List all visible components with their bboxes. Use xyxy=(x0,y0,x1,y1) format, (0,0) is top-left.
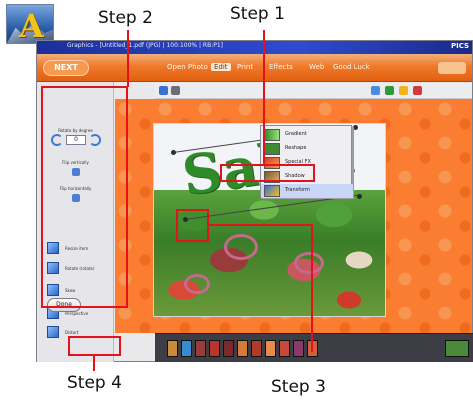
menu-web[interactable]: Web xyxy=(309,63,324,71)
filmstrip-thumb[interactable] xyxy=(265,340,276,357)
filmstrip-thumb[interactable] xyxy=(167,340,178,357)
menu-good-luck[interactable]: Good Luck xyxy=(333,63,370,71)
distort-icon[interactable] xyxy=(47,326,59,338)
step4-label: Step 4 xyxy=(67,373,122,393)
filmstrip-thumb[interactable] xyxy=(251,340,262,357)
undo-icon[interactable] xyxy=(171,86,180,95)
save-icon[interactable] xyxy=(159,86,168,95)
transform-handle[interactable] xyxy=(171,150,176,155)
menu-item-reshape[interactable]: Reshape xyxy=(261,142,353,156)
distort-label[interactable]: Distort xyxy=(65,330,79,335)
logo-letter: A xyxy=(19,7,44,44)
menu-print[interactable]: Print xyxy=(237,63,253,71)
filmstrip-thumb[interactable] xyxy=(181,340,192,357)
menu-open-photo[interactable]: Open Photo xyxy=(167,63,208,71)
transform-handle[interactable] xyxy=(353,125,358,130)
window-title: Graphics - [Untitled_1.pdf (JPG) | 100:1… xyxy=(67,42,224,49)
filmstrip-thumb[interactable] xyxy=(223,340,234,357)
step4-connector xyxy=(93,356,95,371)
reshape-icon xyxy=(264,143,280,155)
transform-handle[interactable] xyxy=(357,194,362,199)
filmstrip-thumb[interactable] xyxy=(445,340,469,357)
next-button[interactable]: NEXT xyxy=(43,60,89,76)
eraser-icon[interactable] xyxy=(413,86,422,95)
onion-ring xyxy=(294,252,324,274)
menu-edit[interactable]: Edit xyxy=(211,63,231,71)
step1-connector xyxy=(263,30,265,165)
color-icon[interactable] xyxy=(385,86,394,95)
filmstrip-thumb[interactable] xyxy=(293,340,304,357)
onion-ring xyxy=(184,274,210,294)
step2-connector xyxy=(127,30,129,87)
tutorial-screenshot: { "app": { "logo_letter": "A", "window_t… xyxy=(0,0,473,402)
menu-effects[interactable]: Effects xyxy=(269,63,293,71)
brush-icon[interactable] xyxy=(399,86,408,95)
app-logo-icon: A xyxy=(6,4,54,44)
onion-ring xyxy=(224,234,258,260)
text-icon[interactable] xyxy=(371,86,380,95)
menu-item-label: Gradient xyxy=(285,131,307,137)
transform-icon xyxy=(264,185,280,197)
filmstrip xyxy=(155,333,473,363)
filmstrip-thumb[interactable] xyxy=(195,340,206,357)
menu-item-label: Transform xyxy=(285,187,310,193)
step3-highlight xyxy=(176,209,209,242)
menu-item-label: Reshape xyxy=(285,145,307,151)
menu-bar: NEXT Open Photo Edit Print Effects Web G… xyxy=(37,54,472,82)
filmstrip-thumb[interactable] xyxy=(279,340,290,357)
title-corner-text: PICS xyxy=(450,42,469,50)
filmstrip-thumb[interactable] xyxy=(237,340,248,357)
title-bar: Graphics - [Untitled_1.pdf (JPG) | 100:1… xyxy=(37,41,472,54)
menu-item-transform[interactable]: Transform xyxy=(261,184,353,198)
gradient-icon xyxy=(264,129,280,141)
edit-toolbar xyxy=(155,83,472,99)
step1-label: Step 1 xyxy=(230,4,285,24)
step2-highlight xyxy=(41,86,128,308)
edit-dropdown-menu: Gradient Reshape Special FX Shadow Trans… xyxy=(260,125,353,198)
filmstrip-thumb[interactable] xyxy=(209,340,220,357)
step3-connector xyxy=(209,224,313,226)
step3-label: Step 3 xyxy=(271,377,326,397)
step4-highlight xyxy=(68,336,121,356)
toolbar-right-icons[interactable] xyxy=(438,62,466,74)
menu-item-gradient[interactable]: Gradient xyxy=(261,128,353,142)
step1-highlight xyxy=(220,164,315,182)
step2-label: Step 2 xyxy=(98,8,153,28)
step3-connector xyxy=(311,224,313,352)
